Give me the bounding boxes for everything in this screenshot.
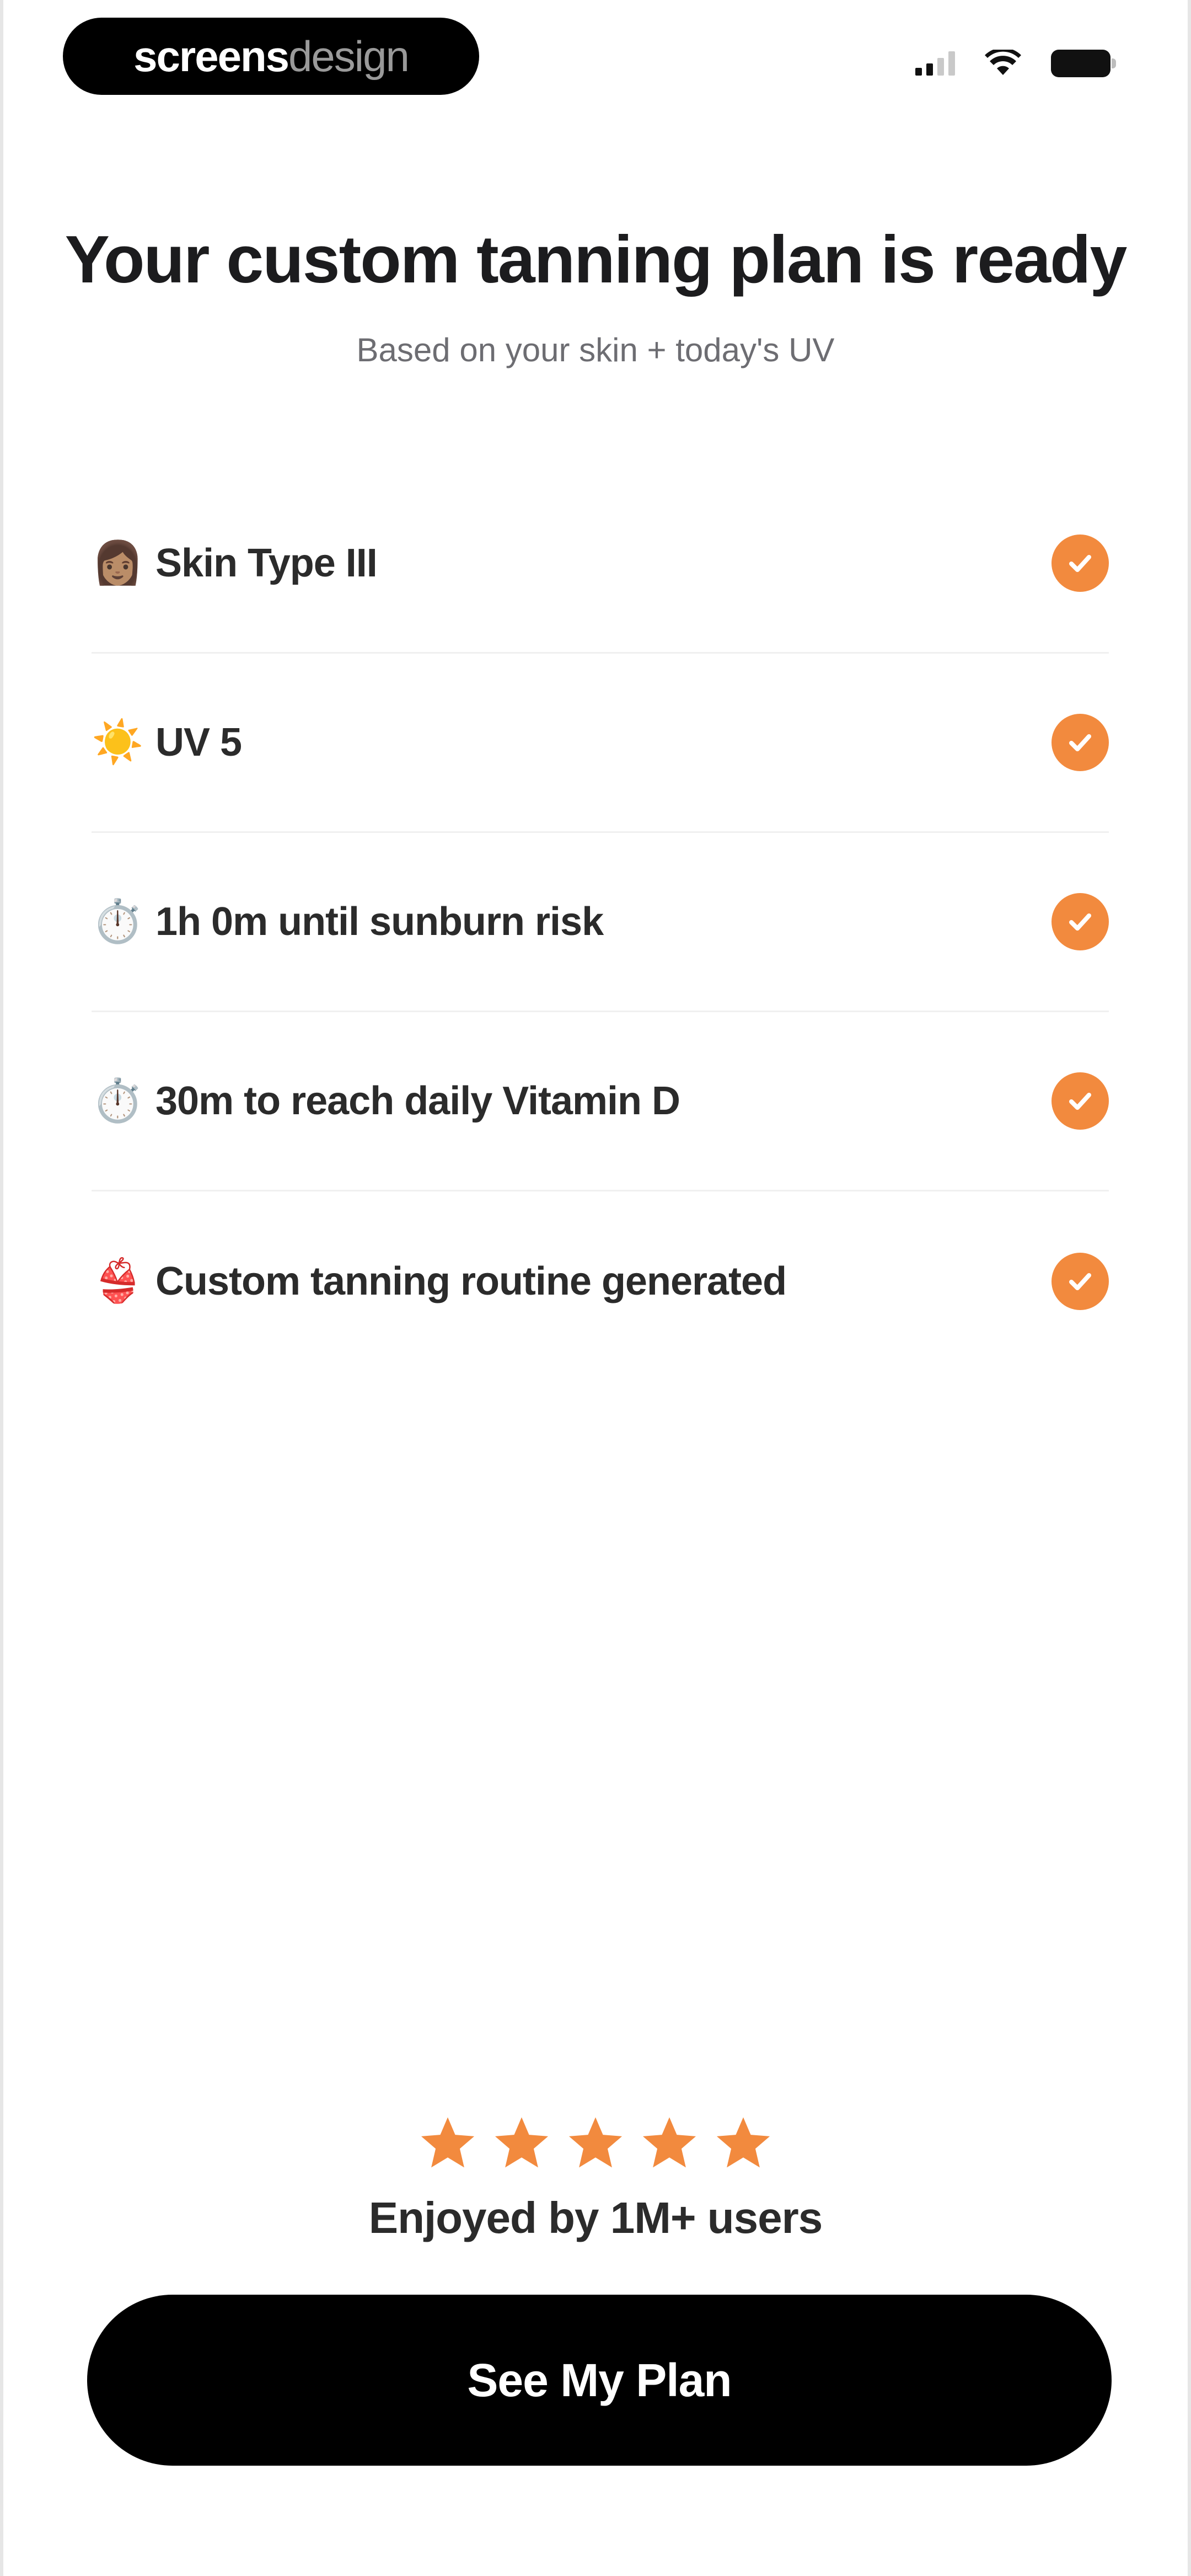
checkmark-icon <box>1051 1072 1109 1130</box>
plan-checklist: 👩🏽 Skin Type III ☀️ UV 5 ⏱️ 1h 0m until … <box>92 474 1109 1371</box>
list-item-label: Custom tanning routine generated <box>155 1259 787 1303</box>
bikini-icon: 👙 <box>92 1257 144 1305</box>
list-item-label: 1h 0m until sunburn risk <box>155 900 604 944</box>
brand-logo: screens design <box>63 18 479 95</box>
see-my-plan-button[interactable]: See My Plan <box>87 2295 1112 2466</box>
stopwatch-icon: ⏱️ <box>92 1077 144 1124</box>
status-icons <box>915 50 1116 77</box>
battery-icon <box>1051 50 1116 77</box>
plan-ready-screen: screens design Your custom tanning plan i… <box>0 0 1191 2576</box>
checkmark-icon <box>1051 535 1109 592</box>
checkmark-icon <box>1051 893 1109 950</box>
list-item: ⏱️ 1h 0m until sunburn risk <box>92 833 1109 1012</box>
cellular-signal-icon <box>915 51 955 76</box>
page-subtitle: Based on your skin + today's UV <box>356 332 835 368</box>
sun-icon: ☀️ <box>92 719 144 766</box>
list-item: 👩🏽 Skin Type III <box>92 474 1109 654</box>
list-item: 👙 Custom tanning routine generated <box>92 1191 1109 1371</box>
list-item: ⏱️ 30m to reach daily Vitamin D <box>92 1012 1109 1191</box>
see-my-plan-button-label: See My Plan <box>467 2354 732 2406</box>
list-item-label: Skin Type III <box>155 541 378 585</box>
star-icon <box>568 2117 623 2168</box>
star-rating <box>3 2113 1188 2174</box>
brand-logo-part2: design <box>288 31 410 81</box>
star-icon <box>421 2117 475 2168</box>
star-icon <box>495 2117 549 2168</box>
list-item-label: 30m to reach daily Vitamin D <box>155 1079 680 1123</box>
brand-logo-part1: screens <box>133 31 289 81</box>
skin-tone-icon: 👩🏽 <box>92 539 144 586</box>
wifi-icon <box>985 50 1021 75</box>
star-icon <box>642 2117 696 2168</box>
status-bar: screens design <box>3 0 1188 121</box>
rating-text: Enjoyed by 1M+ users <box>368 2193 823 2242</box>
checkmark-icon <box>1051 714 1109 771</box>
checkmark-icon <box>1051 1252 1109 1310</box>
stopwatch-icon: ⏱️ <box>92 898 144 945</box>
star-icon <box>716 2117 770 2168</box>
list-item: ☀️ UV 5 <box>92 654 1109 833</box>
list-item-label: UV 5 <box>155 720 242 765</box>
page-title: Your custom tanning plan is ready <box>65 222 1128 297</box>
